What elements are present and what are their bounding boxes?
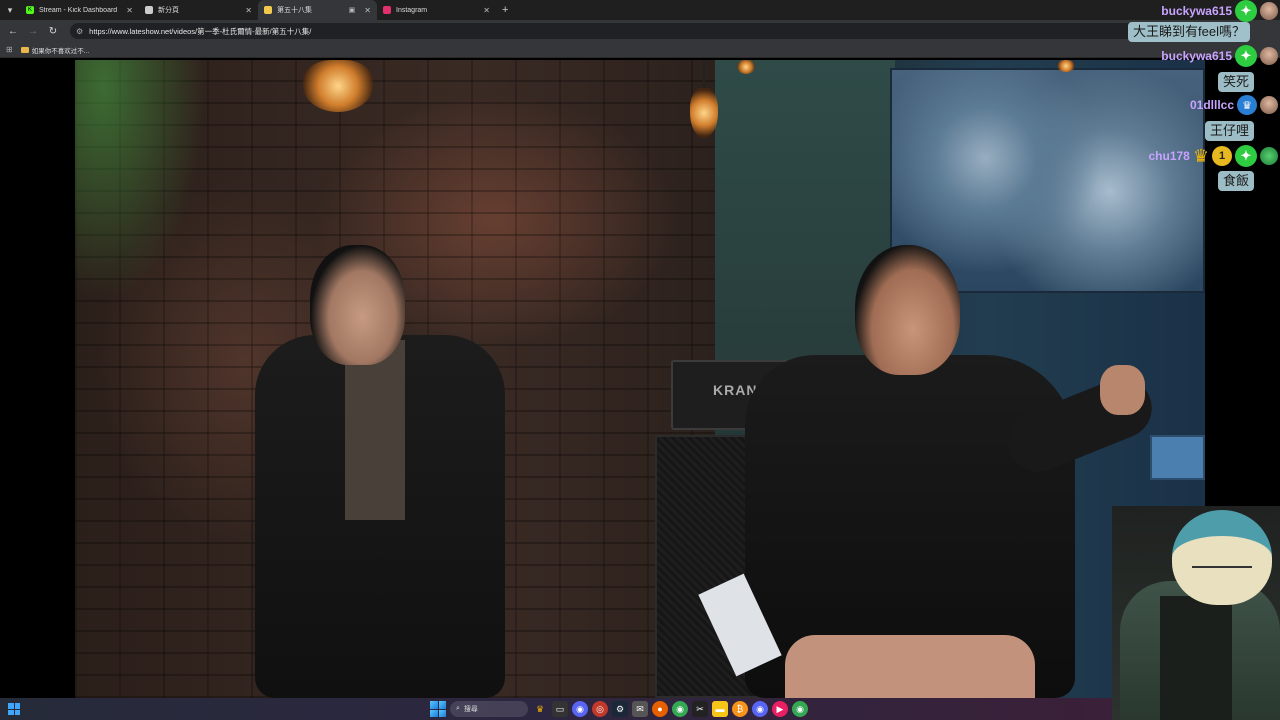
site-info-icon[interactable]: ⚙	[76, 27, 83, 36]
lateshow-icon	[264, 6, 272, 14]
chrome-alt-icon[interactable]: ◉	[792, 701, 808, 717]
chat-user-row: 01dlllcc ♛	[1190, 95, 1278, 115]
tab-title: 新分頁	[158, 7, 179, 14]
lamp-cord	[703, 60, 705, 90]
forward-button[interactable]: →	[24, 22, 42, 40]
tab-strip: ▾ K Stream - Kick Dashboard ✕ 新分頁 ✕ 第五十八…	[0, 0, 1280, 20]
folder-icon	[20, 46, 29, 53]
webcam-overlay	[1112, 506, 1280, 720]
kick-icon: K	[26, 6, 34, 14]
close-icon[interactable]: ✕	[245, 6, 252, 15]
avatar	[1260, 147, 1278, 165]
url-text: https://www.lateshow.net/videos/第一季-杜氏爾情…	[89, 26, 312, 36]
chat-message-text: 大王睇到有feel嗎？	[1128, 22, 1250, 42]
chat-username: chu178	[1148, 149, 1190, 163]
hoodie-inner	[1160, 596, 1232, 720]
close-icon[interactable]: ✕	[483, 6, 490, 15]
chat-message: 王仔哩	[1204, 121, 1254, 141]
bookmarks-bar: ⊞ 如果你不喜欢过不...	[0, 42, 1280, 58]
chat-message: 大王睇到有feel嗎？	[1128, 22, 1250, 42]
crown-icon: ♛	[1192, 145, 1209, 166]
game-icon[interactable]: ♛	[532, 701, 548, 717]
person-right	[745, 245, 1165, 698]
lamp-bulb	[690, 88, 718, 138]
bookmark-label: 如果你不喜欢过不...	[31, 47, 90, 55]
search-label: 搜尋	[463, 706, 478, 713]
mail-icon[interactable]: ✉	[632, 701, 648, 717]
chat-user-row: buckywa615 ✦	[1161, 0, 1278, 22]
subscriber-badge-icon: ✦	[1235, 145, 1257, 167]
lamp-bulb	[737, 60, 755, 74]
chat-overlay: buckywa615 ✦ 大王睇到有feel嗎？ buckywa615 ✦ 笑死…	[1110, 0, 1280, 200]
start-button[interactable]	[430, 701, 446, 717]
chat-message: 笑死	[1217, 72, 1254, 92]
subscriber-badge-icon: ✦	[1235, 0, 1257, 22]
widgets-icon[interactable]	[8, 703, 20, 715]
bookmark-item[interactable]: 如果你不喜欢过不...	[20, 45, 90, 55]
capcut-icon[interactable]: ✂	[692, 701, 708, 717]
firefox-icon[interactable]: ●	[652, 701, 668, 717]
snorlax-mask	[1172, 510, 1272, 605]
gift-badge-icon: 1	[1212, 146, 1232, 166]
tab-title: 第五十八集	[277, 7, 312, 14]
terminal-icon[interactable]: ▭	[552, 701, 568, 717]
taskbar: ⌕ 搜尋 ♛ ▭ ◉ ◎ ⚙ ✉ ● ◉ ✂ ▬ ₿ ◉ ▶ ◉	[0, 698, 1112, 720]
taskbar-search[interactable]: ⌕ 搜尋	[450, 701, 528, 717]
apps-icon[interactable]: ⊞	[6, 45, 13, 54]
discord-ptb-icon[interactable]: ◉	[752, 701, 768, 717]
chat-username: 01dlllcc	[1189, 98, 1234, 112]
lamp-bulb	[303, 60, 373, 112]
chrome-icon	[145, 6, 153, 14]
chat-user-row: chu178 ♛ 1 ✦	[1148, 145, 1278, 167]
browser-toolbar: ← → ↻ ⚙ https://www.lateshow.net/videos/…	[0, 20, 1280, 42]
tab-instagram[interactable]: Instagram ✕	[377, 0, 496, 20]
tab-lateshow[interactable]: 第五十八集 ▣ ✕	[258, 0, 377, 20]
moderator-badge-icon: ♛	[1237, 95, 1257, 115]
video-player[interactable]: KRANK	[75, 60, 1205, 698]
subscriber-badge-icon: ✦	[1235, 45, 1257, 67]
media-icon[interactable]: ▣	[349, 6, 356, 14]
tab-kick-dashboard[interactable]: K Stream - Kick Dashboard ✕	[20, 0, 139, 20]
lamp-bulb	[1057, 60, 1075, 72]
bitcoin-icon[interactable]: ₿	[732, 701, 748, 717]
close-icon[interactable]: ✕	[364, 6, 371, 15]
close-icon[interactable]: ✕	[126, 6, 133, 15]
new-tab-button[interactable]: +	[496, 4, 514, 16]
back-button[interactable]: ←	[4, 22, 22, 40]
steam-icon[interactable]: ⚙	[612, 701, 628, 717]
avatar	[1260, 96, 1278, 114]
avatar	[1260, 47, 1278, 65]
person-left	[255, 240, 505, 698]
tab-title: Instagram	[396, 6, 428, 14]
address-bar[interactable]: ⚙ https://www.lateshow.net/videos/第一季-杜氏…	[70, 23, 1230, 39]
chat-message-text: 笑死	[1217, 72, 1254, 92]
tab-title: Stream - Kick Dashboard	[39, 6, 118, 14]
media-player-icon[interactable]: ▶	[772, 701, 788, 717]
chat-username: buckywa615	[1161, 4, 1232, 18]
chat-user-row: buckywa615 ✦	[1161, 45, 1278, 67]
green-light	[75, 60, 215, 320]
folder-icon[interactable]: ▬	[712, 701, 728, 717]
tab-search-icon[interactable]: ▾	[0, 0, 20, 20]
avatar	[1260, 2, 1278, 20]
reload-button[interactable]: ↻	[44, 22, 62, 40]
discord-icon[interactable]: ◉	[572, 701, 588, 717]
chat-message: 食飯	[1217, 171, 1254, 191]
taskbar-apps: ⌕ 搜尋 ♛ ▭ ◉ ◎ ⚙ ✉ ● ◉ ✂ ▬ ₿ ◉ ▶ ◉	[430, 700, 808, 718]
chat-username: buckywa615	[1161, 49, 1232, 63]
obs-icon[interactable]: ◎	[592, 701, 608, 717]
tab-new-tab[interactable]: 新分頁 ✕	[139, 0, 258, 20]
search-icon: ⌕	[456, 705, 460, 712]
chat-message-text: 王仔哩	[1204, 121, 1254, 141]
chrome-icon[interactable]: ◉	[672, 701, 688, 717]
instagram-icon	[383, 6, 391, 14]
chat-message-text: 食飯	[1217, 171, 1254, 191]
